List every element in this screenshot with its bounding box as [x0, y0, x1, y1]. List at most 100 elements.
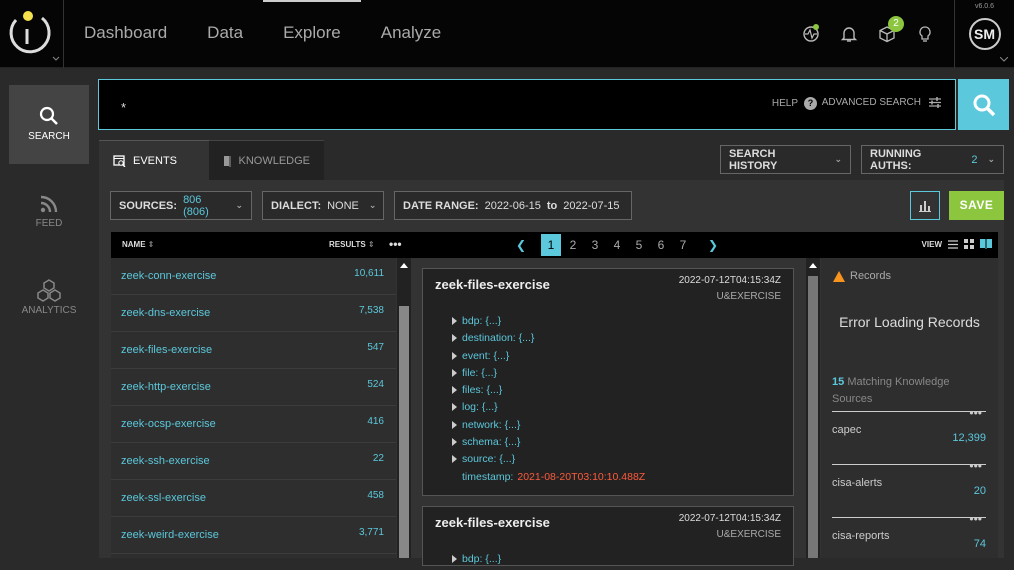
nav-explore[interactable]: Explore [263, 0, 361, 68]
page-button[interactable]: 1 [541, 234, 561, 256]
date-to-word: to [546, 199, 558, 212]
field-row[interactable]: log: {...} [452, 401, 645, 418]
list-item[interactable]: zeek-ocsp-exercise 416 [111, 406, 396, 443]
date-range-picker[interactable]: DATE RANGE: 2022-06-15 to 2022-07-15 [394, 191, 632, 220]
sidebar-item-analytics[interactable]: ANALYTICS [9, 259, 89, 338]
field-row[interactable]: network: {...} [452, 419, 645, 436]
search-history-dropdown[interactable]: SEARCH HISTORY ⌄ [720, 145, 851, 174]
list-item[interactable]: zeek-http-exercise 524 [111, 369, 396, 406]
field-row[interactable]: files: {...} [452, 384, 645, 401]
tab-events[interactable]: EVENTS [99, 140, 209, 180]
field-row[interactable]: schema: {...} [452, 436, 645, 453]
source-count: 524 [367, 379, 384, 390]
list-item[interactable]: zeek-ssh-exercise 22 [111, 443, 396, 480]
rss-icon [40, 195, 58, 213]
scrollbar-thumb[interactable] [808, 276, 818, 558]
source-name: zeek-conn-exercise [121, 270, 217, 282]
prev-page-button[interactable]: ❮ [511, 234, 531, 256]
search-input[interactable]: * HELP ? ADVANCED SEARCH [98, 79, 956, 130]
source-count: 3,771 [358, 527, 384, 538]
lightbulb-icon[interactable] [906, 0, 944, 68]
running-auths-dropdown[interactable]: RUNNING AUTHS: 2 ⌄ [861, 145, 1004, 174]
expand-icon [452, 420, 457, 429]
sources-dropdown[interactable]: SOURCES: 806 (806) ⌄ [110, 191, 252, 220]
book-icon [224, 155, 232, 167]
advanced-search-link[interactable]: ADVANCED SEARCH [822, 97, 941, 108]
records-area: zeek-files-exercise 2022-07-12T04:15:34Z… [411, 258, 821, 566]
chart-toggle-button[interactable] [910, 191, 940, 220]
knowledge-source-item[interactable]: ••• cisa-reports 74 [832, 512, 986, 569]
event-source: U&EXERCISE [716, 529, 781, 540]
cube-icon[interactable]: 2 [868, 0, 906, 68]
main-nav: Dashboard Data Explore Analyze [64, 0, 461, 68]
tab-knowledge[interactable]: KNOWLEDGE [209, 140, 324, 180]
expand-icon [452, 455, 457, 464]
date-from: 2022-06-15 [484, 199, 541, 212]
bell-icon[interactable] [830, 0, 868, 68]
more-options-icon[interactable]: ••• [969, 459, 982, 473]
source-name: zeek-http-exercise [121, 381, 211, 393]
sidebar-item-search[interactable]: SEARCH [9, 85, 89, 164]
list-item[interactable]: zeek-weird-exercise 3,771 [111, 517, 396, 554]
user-menu[interactable]: v6.0.6 SM [954, 0, 1014, 68]
field-row[interactable]: event: {...} [452, 350, 645, 367]
page-button[interactable]: 6 [651, 234, 671, 256]
more-options-icon[interactable]: ••• [389, 237, 402, 251]
timestamp-field: timestamp: 2021-08-20T03:10:10.488Z [462, 470, 646, 483]
field-row[interactable]: destination: {...} [452, 332, 645, 349]
nav-analyze[interactable]: Analyze [361, 0, 461, 68]
help-link[interactable]: HELP ? [772, 97, 817, 110]
sidebar: SEARCH FEED ANALYTICS [0, 69, 98, 558]
more-options-icon[interactable]: ••• [969, 512, 982, 526]
page-button[interactable]: 2 [563, 234, 583, 256]
scrollbar-thumb[interactable] [399, 306, 409, 558]
field-row[interactable]: bdp: {...} [452, 315, 645, 332]
records-scrollbar[interactable] [806, 258, 820, 558]
app-logo[interactable] [0, 0, 64, 68]
dialect-dropdown[interactable]: DIALECT: NONE ⌄ [262, 191, 384, 220]
field-row[interactable]: bdp: {...} [452, 553, 501, 570]
more-options-icon[interactable]: ••• [969, 406, 982, 420]
expand-icon [452, 555, 457, 563]
timestamp-value: 2021-08-20T03:10:10.488Z [517, 470, 646, 483]
source-list-header: NAME ⇕ RESULTS ⇕ ••• [111, 232, 411, 258]
field-row[interactable]: source: {...} [452, 453, 645, 470]
list-item[interactable]: zeek-files-exercise 547 [111, 332, 396, 369]
source-count: 22 [372, 453, 384, 464]
sidebar-item-feed[interactable]: FEED [9, 172, 89, 251]
search-query: * [121, 100, 127, 115]
results-column-header[interactable]: RESULTS ⇕ [329, 240, 375, 249]
tab-label: EVENTS [133, 154, 178, 167]
search-button[interactable] [958, 79, 1009, 130]
event-card[interactable]: zeek-files-exercise 2022-07-12T04:15:34Z… [422, 268, 794, 496]
health-icon[interactable] [792, 0, 830, 68]
view-switcher: VIEW [922, 239, 992, 249]
page-button[interactable]: 3 [585, 234, 605, 256]
source-list-scrollbar[interactable] [397, 258, 411, 558]
list-item[interactable]: zeek-conn-exercise 10,611 [111, 258, 396, 295]
save-button[interactable]: SAVE [949, 191, 1004, 220]
event-fields: bdp: {...} destination: {...} event: {..… [452, 315, 646, 488]
list-item[interactable]: zeek-ssl-exercise 458 [111, 480, 396, 517]
nav-dashboard[interactable]: Dashboard [64, 0, 187, 68]
expand-icon [452, 368, 457, 377]
field-row[interactable]: file: {...} [452, 367, 645, 384]
book-view-icon[interactable] [980, 239, 992, 249]
next-page-button[interactable]: ❯ [703, 234, 723, 256]
event-card[interactable]: zeek-files-exercise 2022-07-12T04:15:34Z… [422, 506, 794, 566]
page-button[interactable]: 4 [607, 234, 627, 256]
sidebar-label: FEED [35, 218, 63, 229]
knowledge-source-item[interactable]: ••• capec 12,399 [832, 406, 986, 463]
date-to: 2022-07-15 [563, 199, 620, 212]
grid-view-icon[interactable] [964, 239, 974, 249]
page-button[interactable]: 5 [629, 234, 649, 256]
source-name: zeek-ssl-exercise [121, 492, 206, 504]
list-view-icon[interactable] [948, 239, 958, 249]
knowledge-source-item[interactable]: ••• cisa-alerts 20 [832, 459, 986, 516]
name-column-header[interactable]: NAME ⇕ [122, 240, 155, 249]
nav-data[interactable]: Data [187, 0, 263, 68]
knowledge-source-count: 20 [973, 485, 986, 497]
list-item[interactable]: zeek-dns-exercise 7,538 [111, 295, 396, 332]
sources-label: SOURCES: [119, 199, 178, 212]
page-button[interactable]: 7 [673, 234, 693, 256]
